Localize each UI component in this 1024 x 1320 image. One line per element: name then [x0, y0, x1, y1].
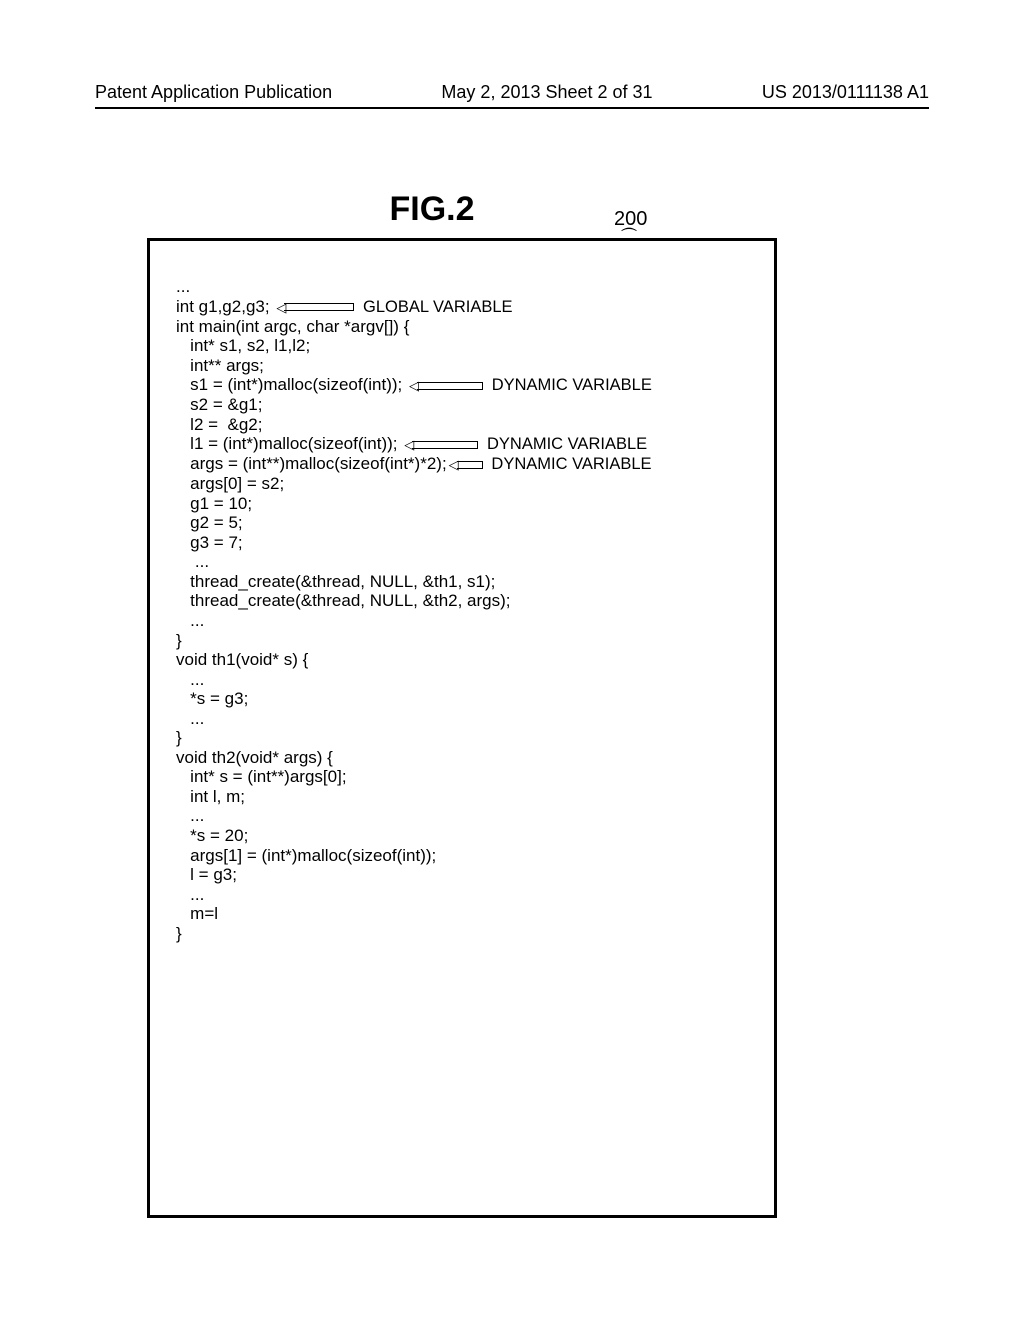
code-line: int g1,g2,g3; ◁ GLOBAL VARIABLE [176, 297, 754, 317]
code-line: thread_create(&thread, NULL, &th2, args)… [176, 591, 754, 611]
code-line: s2 = &g1; [176, 395, 754, 415]
arrow-left-icon: ◁ [409, 379, 483, 392]
annotation-global: GLOBAL VARIABLE [363, 298, 512, 316]
code-line: ... [176, 611, 754, 631]
code-line: m=l [176, 904, 754, 924]
code-line: args[0] = s2; [176, 474, 754, 494]
code-line: } [176, 631, 754, 651]
annotation-dynamic: DYNAMIC VARIABLE [491, 455, 651, 473]
code-line: } [176, 924, 754, 944]
header-right: US 2013/0111138 A1 [762, 82, 929, 103]
code-line: void th2(void* args) { [176, 748, 754, 768]
page-header: Patent Application Publication May 2, 20… [95, 82, 929, 109]
code-line: void th1(void* s) { [176, 650, 754, 670]
code-line: args[1] = (int*)malloc(sizeof(int)); [176, 846, 754, 866]
annotation-dynamic: DYNAMIC VARIABLE [492, 376, 652, 394]
code-line: *s = g3; [176, 689, 754, 709]
code-line: ... [176, 806, 754, 826]
code-line: l = g3; [176, 865, 754, 885]
code-line: int** args; [176, 356, 754, 376]
code-line: } [176, 728, 754, 748]
code-line: s1 = (int*)malloc(sizeof(int)); ◁ DYNAMI… [176, 375, 754, 395]
code-line: ... [176, 885, 754, 905]
code-line: int* s1, s2, l1,l2; [176, 336, 754, 356]
code-line: args = (int**)malloc(sizeof(int*)*2);◁ D… [176, 454, 754, 474]
code-line: thread_create(&thread, NULL, &th1, s1); [176, 572, 754, 592]
code-line: ... [176, 709, 754, 729]
code-line: g2 = 5; [176, 513, 754, 533]
header-center: May 2, 2013 Sheet 2 of 31 [441, 82, 652, 103]
figure-title: FIG.2 [0, 190, 864, 229]
code-line: g1 = 10; [176, 494, 754, 514]
code-line: ... [176, 277, 754, 297]
arrow-left-icon: ◁ [449, 458, 483, 471]
arrow-left-icon: ◁ [276, 301, 354, 314]
code-listing: ... int g1,g2,g3; ◁ GLOBAL VARIABLE int … [147, 238, 777, 1218]
code-line: int l, m; [176, 787, 754, 807]
header-left: Patent Application Publication [95, 82, 332, 103]
arrow-left-icon: ◁ [404, 438, 478, 451]
code-line: l2 = &g2; [176, 415, 754, 435]
code-line: l1 = (int*)malloc(sizeof(int)); ◁ DYNAMI… [176, 434, 754, 454]
code-line: *s = 20; [176, 826, 754, 846]
code-line: ... [176, 670, 754, 690]
code-line: int* s = (int**)args[0]; [176, 767, 754, 787]
code-line: g3 = 7; [176, 533, 754, 553]
annotation-dynamic: DYNAMIC VARIABLE [487, 435, 647, 453]
code-line: ... [176, 552, 754, 572]
figure-ref-number: 200 [614, 208, 647, 231]
code-line: int main(int argc, char *argv[]) { [176, 317, 754, 337]
